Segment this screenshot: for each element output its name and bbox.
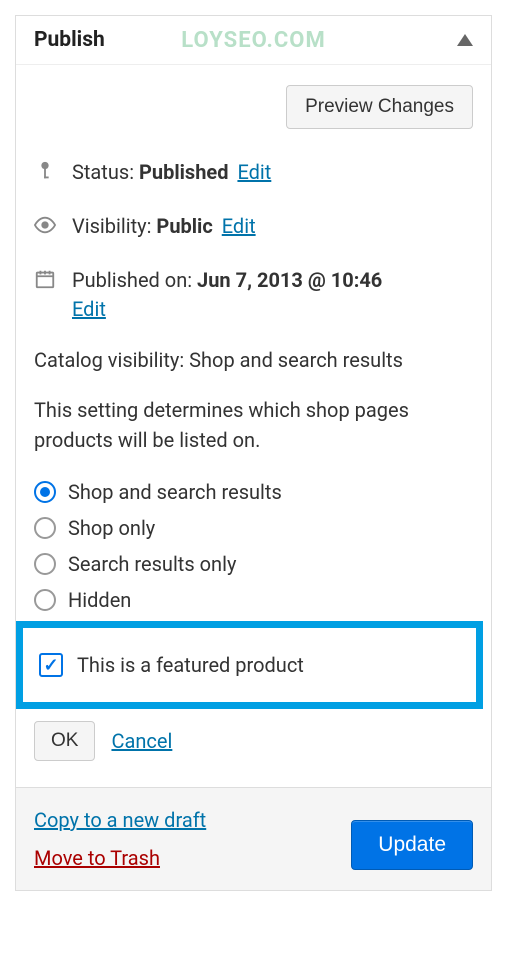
copy-draft-link[interactable]: Copy to a new draft xyxy=(34,808,206,832)
status-text: Status: Published Edit xyxy=(72,157,473,187)
radio-label: Shop only xyxy=(68,513,155,543)
radio-icon xyxy=(34,589,56,611)
status-edit-link[interactable]: Edit xyxy=(237,160,271,184)
catalog-heading-label: Catalog visibility: xyxy=(34,348,189,372)
panel-footer: Copy to a new draft Move to Trash Update xyxy=(16,787,491,890)
featured-highlight-box: ✓ This is a featured product xyxy=(16,621,483,709)
catalog-section: Catalog visibility: Shop and search resu… xyxy=(34,345,473,761)
catalog-description: This setting determines which shop pages… xyxy=(34,395,473,455)
radio-icon xyxy=(34,553,56,575)
footer-links: Copy to a new draft Move to Trash xyxy=(34,808,206,870)
update-button[interactable]: Update xyxy=(351,820,473,870)
radio-hidden[interactable]: Hidden xyxy=(34,585,473,615)
preview-changes-button[interactable]: Preview Changes xyxy=(286,85,473,129)
calendar-icon xyxy=(34,268,56,290)
radio-label: Hidden xyxy=(68,585,131,615)
radio-shop-only[interactable]: Shop only xyxy=(34,513,473,543)
collapse-up-icon[interactable] xyxy=(457,34,473,46)
panel-header: Publish LOYSEO.COM xyxy=(16,16,491,65)
radio-search-only[interactable]: Search results only xyxy=(34,549,473,579)
status-value: Published xyxy=(139,160,228,184)
status-row: Status: Published Edit xyxy=(34,157,473,187)
catalog-heading: Catalog visibility: Shop and search resu… xyxy=(34,345,473,375)
published-row: Published on: Jun 7, 2013 @ 10:46 Edit xyxy=(34,265,473,321)
catalog-radio-group: Shop and search results Shop only Search… xyxy=(34,477,473,615)
radio-shop-search[interactable]: Shop and search results xyxy=(34,477,473,507)
visibility-edit-link[interactable]: Edit xyxy=(222,214,256,238)
eye-icon xyxy=(34,214,56,236)
featured-label: This is a featured product xyxy=(77,650,304,680)
ok-button[interactable]: OK xyxy=(34,721,95,761)
featured-checkbox[interactable]: ✓ xyxy=(39,653,63,677)
published-value: Jun 7, 2013 @ 10:46 xyxy=(197,268,382,292)
visibility-row: Visibility: Public Edit xyxy=(34,211,473,241)
move-to-trash-link[interactable]: Move to Trash xyxy=(34,846,206,870)
visibility-label: Visibility: xyxy=(72,214,156,238)
cancel-link[interactable]: Cancel xyxy=(111,726,172,756)
published-edit-link[interactable]: Edit xyxy=(72,297,473,321)
ok-cancel-row: OK Cancel xyxy=(34,721,473,761)
publish-panel: Publish LOYSEO.COM Preview Changes Statu… xyxy=(15,15,492,891)
watermark: LOYSEO.COM xyxy=(181,28,325,53)
radio-label: Shop and search results xyxy=(68,477,282,507)
visibility-value: Public xyxy=(156,214,212,238)
catalog-heading-value: Shop and search results xyxy=(189,348,403,372)
published-text: Published on: Jun 7, 2013 @ 10:46 xyxy=(72,265,473,295)
key-icon xyxy=(34,160,56,182)
preview-row: Preview Changes xyxy=(34,85,473,129)
visibility-text: Visibility: Public Edit xyxy=(72,211,473,241)
panel-title: Publish xyxy=(34,28,105,52)
radio-icon xyxy=(34,481,56,503)
panel-body: Preview Changes Status: Published Edit V… xyxy=(16,65,491,761)
status-label: Status: xyxy=(72,160,139,184)
published-label: Published on: xyxy=(72,268,197,292)
check-icon: ✓ xyxy=(43,652,58,679)
radio-icon xyxy=(34,517,56,539)
radio-label: Search results only xyxy=(68,549,236,579)
